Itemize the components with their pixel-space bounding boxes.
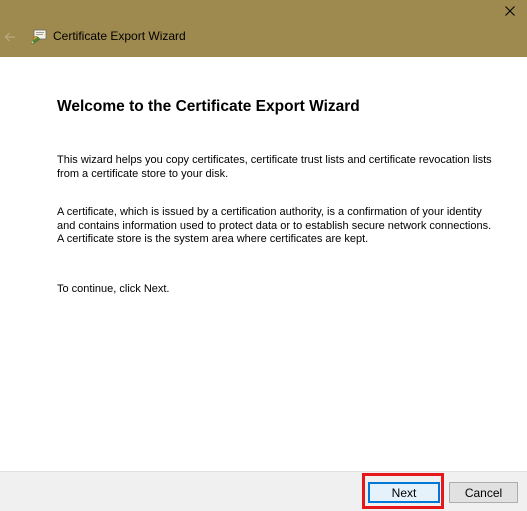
continue-instruction: To continue, click Next. [57, 283, 170, 295]
next-button[interactable]: Next [368, 482, 440, 503]
page-heading: Welcome to the Certificate Export Wizard [57, 98, 360, 115]
certificate-description-paragraph: A certificate, which is issued by a cert… [57, 206, 492, 245]
title-bar: Certificate Export Wizard [0, 0, 527, 57]
certificate-export-wizard-window: Certificate Export Wizard Welcome to the… [0, 0, 527, 511]
button-bar [0, 471, 527, 511]
window-title: Certificate Export Wizard [53, 29, 186, 43]
close-button[interactable] [493, 0, 527, 22]
close-icon [505, 6, 515, 16]
wizard-content: Welcome to the Certificate Export Wizard… [0, 57, 527, 471]
intro-paragraph: This wizard helps you copy certificates,… [57, 154, 492, 180]
certificate-wizard-icon [30, 29, 47, 45]
cancel-button[interactable]: Cancel [449, 482, 518, 503]
back-arrow-icon [4, 32, 15, 42]
back-button[interactable] [2, 28, 18, 46]
